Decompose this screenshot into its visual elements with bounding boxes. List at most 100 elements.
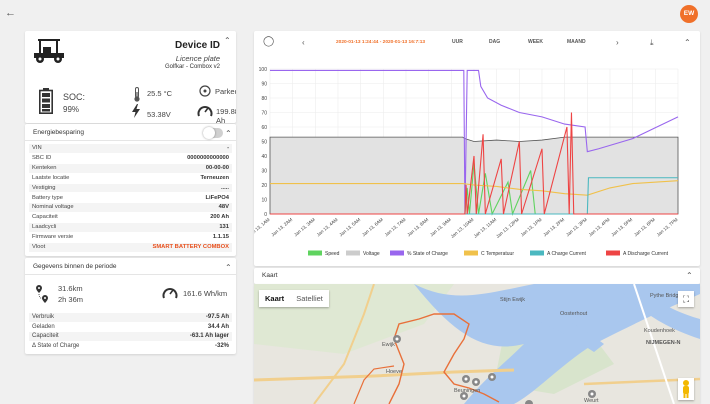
- back-arrow-icon[interactable]: ←: [5, 6, 21, 20]
- tab-satellite[interactable]: Satelliet: [290, 290, 329, 307]
- specs-card: Energiebesparing ⌃ VIN - SBC ID 00000000000…: [25, 124, 236, 256]
- period-month[interactable]: MAAND: [567, 39, 586, 45]
- y-tick-label: 40: [261, 154, 267, 160]
- collapse-caret-icon[interactable]: ⌃: [686, 272, 693, 280]
- y-tick-label: 100: [259, 67, 268, 73]
- x-tick-label: Jan 13, 11AM: [473, 217, 498, 239]
- spec-row: Capaciteit 200 Ah: [29, 213, 232, 222]
- golf-cart-icon: [34, 39, 64, 63]
- spec-key: Firmware versie: [32, 234, 74, 241]
- x-tick-label: Jan 13, 4PM: [588, 217, 611, 238]
- y-tick-label: 20: [261, 183, 267, 189]
- legend-label: Speed: [325, 251, 340, 257]
- spec-value: 1.1.15: [212, 234, 229, 241]
- legend-swatch: [308, 250, 322, 256]
- toggle-knob: [203, 127, 215, 139]
- spec-value: -: [227, 145, 229, 151]
- legend-label: A Discharge Current: [623, 251, 669, 257]
- date-range[interactable]: 2020-01-13 1:24:44 - 2020-01-13 16:7:13: [336, 40, 425, 45]
- period-week[interactable]: WEEK: [528, 39, 543, 45]
- legend-label: A Charge Current: [547, 251, 587, 257]
- x-tick-label: Jan 13, 1AM: [254, 217, 271, 238]
- user-avatar[interactable]: EW: [680, 5, 698, 23]
- period-card: Gegevens binnen de periode ⌃ 31.6km 2h 3…: [25, 258, 236, 354]
- spec-key: Kenteken: [32, 164, 57, 171]
- y-tick-label: 90: [261, 82, 267, 88]
- x-tick-label: Jan 13, 6AM: [361, 217, 384, 238]
- map-label: Beuningen: [454, 388, 481, 394]
- legend-swatch: [464, 250, 478, 256]
- collapse-caret-icon[interactable]: ⌃: [225, 264, 232, 272]
- collapse-caret-icon[interactable]: ⌃: [225, 130, 232, 138]
- chevron-left-icon[interactable]: ‹: [302, 38, 305, 47]
- check-circle-icon[interactable]: ◯: [263, 36, 274, 47]
- specs-header: Energiebesparing ⌃: [25, 124, 236, 141]
- spec-row: Firmware versie 1.1.15: [29, 233, 232, 242]
- period-row: Capaciteit -63.1 Ah lager: [29, 332, 232, 341]
- street-view-pegman-icon[interactable]: [678, 378, 694, 400]
- x-tick-label: Jan 13, 2AM: [270, 217, 293, 238]
- x-tick-label: Jan 13, 2PM: [542, 217, 565, 238]
- spec-value: 48V: [218, 204, 229, 211]
- fullscreen-icon[interactable]: ⛶: [678, 291, 694, 307]
- spec-row: VIN -: [29, 144, 232, 153]
- download-icon[interactable]: ⤓: [650, 38, 654, 48]
- parked-icon: [199, 85, 211, 97]
- voltage-value: 53.38V: [147, 110, 171, 119]
- map-label: Weurt: [584, 398, 599, 404]
- soc-value: 99%: [63, 105, 80, 114]
- map-label: Hoeve: [386, 369, 402, 375]
- period-value: -32%: [214, 342, 229, 349]
- temperature-value: 25.5 °C: [147, 89, 173, 98]
- spec-value: LiFePO4: [205, 194, 229, 201]
- device-card: Device ID ⌃ Licence plate Golfkar - Comb…: [25, 31, 236, 123]
- gauge-icon: [197, 106, 213, 117]
- chevron-right-icon[interactable]: ›: [616, 38, 619, 47]
- spec-value: Terneuzen: [200, 174, 229, 181]
- x-tick-label: Jan 13, 3PM: [565, 217, 588, 238]
- energy-saving-label: Energiebesparing: [33, 129, 84, 136]
- spec-key: Vestiging: [32, 184, 56, 191]
- parked-status: Parked: [215, 87, 236, 96]
- distance-value: 31.6km: [58, 284, 83, 293]
- map-title: Kaart: [262, 272, 278, 279]
- duration-value: 2h 36m: [58, 295, 84, 304]
- period-hour[interactable]: UUR: [452, 39, 463, 45]
- map-header: Kaart ⌃: [254, 268, 700, 284]
- y-tick-label: 60: [261, 125, 267, 131]
- y-tick-label: 30: [261, 169, 267, 175]
- x-tick-label: Jan 13, 5PM: [610, 217, 633, 238]
- legend-label: C Temperatuur: [481, 251, 514, 257]
- legend-label: % State of Charge: [407, 251, 448, 257]
- lightning-bolt-icon: [132, 104, 140, 118]
- map-label: NIJMEGEN-N: [646, 340, 681, 346]
- spec-key: VIN: [32, 145, 42, 151]
- period-value: -97.5 Ah: [205, 314, 229, 320]
- period-header: Gegevens binnen de periode ⌃: [25, 258, 236, 275]
- period-key: Δ State of Charge: [32, 342, 80, 349]
- map-type-tabs: Kaart Satelliet: [259, 290, 329, 307]
- spec-value: 0000000000000: [187, 154, 229, 161]
- spec-row: Kenteken 00-00-00: [29, 163, 232, 173]
- collapse-caret-icon[interactable]: ⌃: [224, 37, 231, 45]
- x-tick-label: Jan 13, 7PM: [656, 217, 679, 238]
- spec-value: .....: [220, 184, 229, 191]
- period-row: Verbruik -97.5 Ah: [29, 313, 232, 322]
- spec-value: 200 Ah: [210, 214, 229, 221]
- collapse-caret-icon[interactable]: ⌃: [684, 38, 691, 47]
- map-label: Pythe Bridge: [650, 293, 682, 299]
- y-tick-label: 50: [261, 140, 267, 146]
- soc-label: SOC:: [63, 92, 86, 102]
- energy-saving-toggle[interactable]: [203, 127, 223, 139]
- series-area: [269, 136, 679, 215]
- period-row: Δ State of Charge -32%: [29, 342, 232, 351]
- period-value: 34.4 Ah: [207, 323, 229, 330]
- legend-swatch: [530, 250, 544, 256]
- period-day[interactable]: DAG: [489, 39, 500, 45]
- y-tick-label: 80: [261, 96, 267, 102]
- tab-map[interactable]: Kaart: [259, 290, 290, 307]
- map-view[interactable]: Kaart Satelliet Stijn Ewijk Oosterhout Ew…: [254, 284, 700, 404]
- period-key: Capaciteit: [32, 333, 59, 339]
- spec-key: Laadcycli: [32, 224, 57, 231]
- spec-key: Capaciteit: [32, 214, 58, 221]
